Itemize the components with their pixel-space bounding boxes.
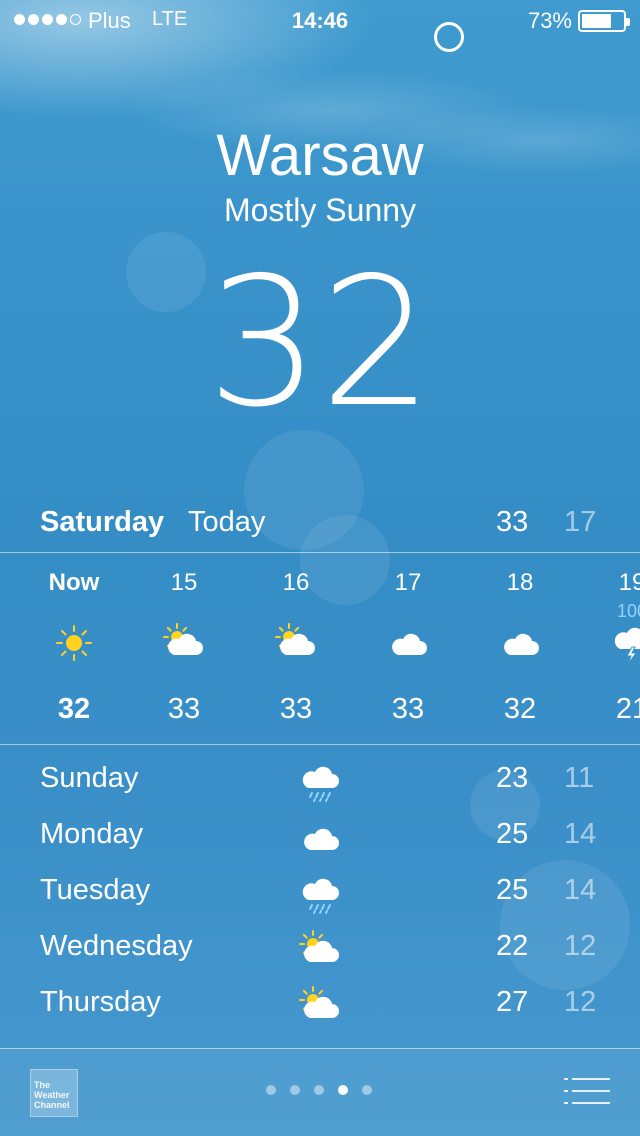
hourly-forecast-item: 17 33 bbox=[352, 553, 464, 744]
precipitation-probability: 100 bbox=[616, 601, 640, 621]
low-temperature: 12 bbox=[564, 930, 597, 962]
current-temperature: 32 bbox=[0, 254, 640, 432]
weekday-name: Wednesday bbox=[40, 930, 193, 962]
partly-cloudy-icon bbox=[298, 984, 342, 1028]
hourly-forecast-scroller[interactable]: Now3215331633173318321910021 bbox=[0, 553, 640, 744]
hourly-forecast-item: 16 33 bbox=[240, 553, 352, 744]
high-temperature: 25 bbox=[496, 874, 529, 906]
hour-label: 17 bbox=[394, 569, 422, 596]
page-dot[interactable] bbox=[314, 1085, 324, 1095]
daily-forecast-row: Tuesday 25 14 bbox=[0, 864, 640, 920]
weekday-name: Tuesday bbox=[40, 874, 151, 906]
city-name: Warsaw bbox=[216, 123, 424, 188]
hour-temperature: 33 bbox=[167, 693, 201, 725]
hour-label: Now bbox=[48, 569, 100, 596]
partly-cloudy-icon bbox=[274, 621, 318, 665]
weekday-name: Sunday bbox=[40, 762, 139, 794]
hour-label: 19 bbox=[618, 569, 640, 596]
partly-cloudy-icon bbox=[162, 621, 206, 665]
partly-cloudy-icon bbox=[298, 928, 342, 972]
temperature-value: 32 bbox=[206, 239, 434, 446]
daily-forecast-row: Wednesday 22 12 bbox=[0, 920, 640, 976]
page-dot[interactable] bbox=[266, 1085, 276, 1095]
hourly-forecast-item: 15 33 bbox=[128, 553, 240, 744]
weekday-name: Monday bbox=[40, 818, 144, 850]
hour-temperature: 32 bbox=[503, 693, 537, 725]
low-temperature: 12 bbox=[564, 986, 597, 1018]
low-temperature: 14 bbox=[564, 818, 597, 850]
hour-temperature: 32 bbox=[57, 693, 91, 725]
logo-text-line: Weather bbox=[34, 1090, 70, 1100]
bottom-toolbar: The Weather Channel bbox=[0, 1048, 640, 1136]
low-temperature: 11 bbox=[564, 762, 595, 794]
today-high-temp: 33 bbox=[496, 506, 529, 538]
page-dot[interactable] bbox=[362, 1085, 372, 1095]
cloud-icon bbox=[298, 816, 342, 860]
today-label: Today bbox=[188, 506, 266, 538]
page-indicator[interactable] bbox=[266, 1085, 372, 1095]
hourly-forecast-item: 19 100 21 bbox=[576, 553, 640, 744]
hour-temperature: 33 bbox=[391, 693, 425, 725]
cloud-icon bbox=[498, 621, 542, 665]
sun-icon bbox=[52, 621, 96, 665]
list-icon[interactable] bbox=[564, 1076, 610, 1106]
hour-label: 15 bbox=[170, 569, 198, 596]
battery-percentage: 73% bbox=[527, 8, 572, 33]
hourly-forecast-item: 18 32 bbox=[464, 553, 576, 744]
daily-forecast-row: Thursday 27 12 bbox=[0, 976, 640, 1032]
hour-temperature: 33 bbox=[279, 693, 313, 725]
low-temperature: 14 bbox=[564, 874, 597, 906]
hour-temperature: 21 bbox=[615, 693, 640, 725]
high-temperature: 27 bbox=[496, 986, 529, 1018]
high-temperature: 25 bbox=[496, 818, 529, 850]
divider bbox=[0, 744, 640, 745]
high-temperature: 23 bbox=[496, 762, 529, 794]
page-dot[interactable] bbox=[338, 1085, 348, 1095]
rain-cloud-icon bbox=[298, 760, 342, 804]
logo-text-line: The bbox=[34, 1080, 51, 1090]
today-low-temp: 17 bbox=[564, 506, 597, 538]
today-summary: Saturday Today 33 17 bbox=[0, 506, 640, 546]
daily-forecast-row: Monday 25 14 bbox=[0, 808, 640, 864]
page-dot[interactable] bbox=[290, 1085, 300, 1095]
hourly-forecast-item: Now 32 bbox=[18, 553, 130, 744]
weather-channel-logo[interactable]: The Weather Channel bbox=[30, 1069, 78, 1117]
weather-condition: Mostly Sunny bbox=[223, 192, 417, 228]
degree-circle-icon bbox=[434, 22, 464, 52]
today-weekday: Saturday bbox=[40, 506, 165, 538]
rain-cloud-icon bbox=[298, 872, 342, 916]
thunderstorm-icon bbox=[610, 621, 640, 665]
daily-forecast-row: Sunday 23 11 bbox=[0, 752, 640, 808]
battery-icon bbox=[578, 10, 630, 32]
hour-label: 16 bbox=[282, 569, 310, 596]
status-bar: Plus LTE 14:46 73% bbox=[0, 0, 640, 40]
weekday-name: Thursday bbox=[40, 986, 161, 1018]
logo-text-line: Channel bbox=[34, 1100, 70, 1110]
high-temperature: 22 bbox=[496, 930, 529, 962]
cloud-icon bbox=[386, 621, 430, 665]
hour-label: 18 bbox=[506, 569, 534, 596]
